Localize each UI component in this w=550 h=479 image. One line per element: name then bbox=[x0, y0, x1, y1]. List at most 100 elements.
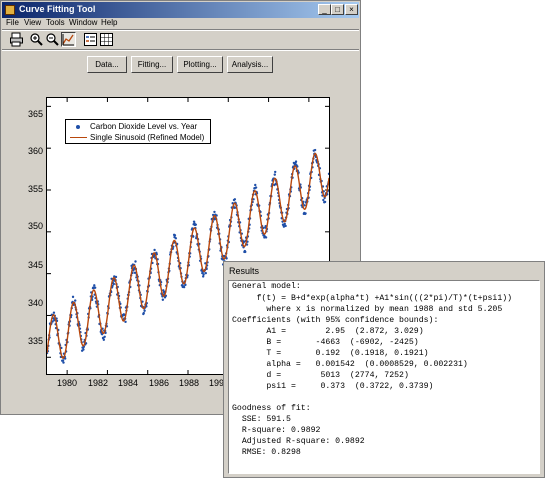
data-point bbox=[143, 309, 146, 312]
legend-label: Carbon Dioxide Level vs. Year bbox=[90, 122, 198, 131]
data-point bbox=[322, 198, 325, 202]
data-point bbox=[82, 348, 85, 351]
data-button[interactable]: Data... bbox=[87, 56, 127, 73]
data-point bbox=[62, 361, 65, 364]
data-point bbox=[194, 223, 198, 226]
data-point bbox=[182, 285, 186, 289]
toolbar bbox=[3, 31, 358, 49]
zoom-out-icon[interactable] bbox=[45, 32, 60, 47]
data-point bbox=[204, 271, 207, 275]
data-point bbox=[264, 236, 268, 239]
analysis-button[interactable]: Analysis... bbox=[227, 56, 273, 73]
data-point bbox=[213, 210, 216, 214]
result-line: Goodness of fit: bbox=[232, 404, 311, 413]
legend-marker-points bbox=[76, 125, 80, 129]
y-tick-label: 360 bbox=[27, 146, 43, 156]
data-point bbox=[244, 250, 247, 254]
result-line: R-square: 0.9892 bbox=[232, 426, 321, 435]
result-line: RMSE: 0.8298 bbox=[232, 448, 301, 457]
menu-view[interactable]: View bbox=[24, 18, 41, 27]
title-bar[interactable]: Curve Fitting Tool _ □ × bbox=[2, 2, 359, 18]
data-point bbox=[102, 338, 106, 341]
legend-entry-data: Carbon Dioxide Level vs. Year bbox=[66, 121, 210, 132]
maximize-button[interactable]: □ bbox=[331, 4, 344, 15]
print-icon[interactable] bbox=[9, 32, 24, 47]
data-point bbox=[323, 200, 327, 204]
y-tick-label: 340 bbox=[27, 298, 43, 308]
result-line: Adjusted R-square: 0.9892 bbox=[232, 437, 365, 446]
plotting-button[interactable]: Plotting... bbox=[177, 56, 223, 73]
results-title: Results bbox=[229, 266, 260, 276]
data-point bbox=[303, 204, 306, 207]
result-line: B = -4663 (-6902, -2425) bbox=[232, 338, 419, 347]
close-button[interactable]: × bbox=[345, 4, 358, 15]
data-point bbox=[274, 170, 277, 174]
data-cursor-icon[interactable] bbox=[61, 32, 76, 47]
menu-file[interactable]: File bbox=[6, 18, 19, 27]
data-point bbox=[134, 260, 137, 263]
x-tick-label: 1982 bbox=[87, 378, 109, 388]
grid-icon[interactable] bbox=[99, 32, 114, 47]
result-line: psi1 = 0.373 (0.3722, 0.3739) bbox=[232, 382, 434, 391]
minimize-button[interactable]: _ bbox=[318, 4, 331, 15]
data-point bbox=[313, 148, 317, 152]
result-line: SSE: 591.5 bbox=[232, 415, 291, 424]
y-tick-label: 355 bbox=[27, 184, 43, 194]
data-point bbox=[201, 275, 205, 278]
data-point bbox=[112, 282, 116, 286]
legend-icon[interactable] bbox=[83, 32, 98, 47]
data-point bbox=[304, 212, 307, 215]
window-title: Curve Fitting Tool bbox=[19, 4, 96, 14]
results-text-box[interactable]: General model: f(t) = B+d*exp(alpha*t) +… bbox=[228, 280, 540, 474]
data-point bbox=[74, 299, 77, 302]
y-tick-label: 335 bbox=[27, 336, 43, 346]
x-tick-label: 1988 bbox=[178, 378, 200, 388]
data-point bbox=[71, 295, 75, 299]
result-line: Coefficients (with 95% confidence bounds… bbox=[232, 316, 439, 325]
x-tick-label: 1984 bbox=[117, 378, 139, 388]
menu-help[interactable]: Help bbox=[101, 18, 117, 27]
toolbar-separator bbox=[2, 49, 359, 51]
legend-entry-fit: Single Sinusoid (Refined Model) bbox=[66, 132, 210, 143]
data-point bbox=[61, 359, 65, 362]
legend[interactable]: Carbon Dioxide Level vs. Year Single Sin… bbox=[65, 119, 211, 144]
data-point bbox=[93, 286, 97, 289]
y-tick-label: 345 bbox=[27, 260, 43, 270]
data-point bbox=[173, 234, 177, 237]
data-point bbox=[327, 172, 329, 176]
data-point bbox=[233, 198, 237, 201]
menu-tools[interactable]: Tools bbox=[46, 18, 65, 27]
app-icon bbox=[5, 5, 15, 15]
legend-label: Single Sinusoid (Refined Model) bbox=[90, 133, 205, 142]
data-point bbox=[254, 186, 258, 189]
result-line: T = 0.192 (0.1918, 0.1921) bbox=[232, 349, 429, 358]
result-line: d = 5013 (2774, 7252) bbox=[232, 371, 409, 380]
data-point bbox=[124, 320, 127, 324]
result-line: f(t) = B+d*exp(alpha*t) +A1*sin(((2*pi)/… bbox=[232, 294, 513, 303]
data-point bbox=[284, 224, 287, 228]
result-line: alpha = 0.001542 (0.0008529, 0.002231) bbox=[232, 360, 468, 369]
data-point bbox=[153, 248, 156, 252]
data-point bbox=[103, 335, 106, 338]
results-panel: Results General model: f(t) = B+d*exp(al… bbox=[223, 261, 545, 478]
menu-window[interactable]: Window bbox=[69, 18, 97, 27]
result-line: where x is normalized by mean 1988 and s… bbox=[232, 305, 503, 314]
result-line: General model: bbox=[232, 282, 301, 291]
data-point bbox=[273, 173, 276, 176]
y-tick-label: 350 bbox=[27, 221, 43, 231]
zoom-in-icon[interactable] bbox=[29, 32, 44, 47]
data-point bbox=[52, 311, 56, 314]
data-point bbox=[161, 298, 165, 301]
data-point bbox=[202, 273, 205, 276]
data-point bbox=[142, 311, 145, 315]
result-line: A1 = 2.95 (2.872, 3.029) bbox=[232, 327, 424, 336]
data-point bbox=[93, 284, 96, 287]
fitting-button[interactable]: Fitting... bbox=[131, 56, 173, 73]
data-point bbox=[174, 237, 178, 240]
data-point bbox=[294, 160, 298, 163]
legend-marker-line bbox=[70, 137, 87, 138]
x-tick-label: 1986 bbox=[148, 378, 170, 388]
y-tick-label: 365 bbox=[27, 109, 43, 119]
data-point bbox=[254, 183, 257, 187]
x-tick-label: 1980 bbox=[56, 378, 78, 388]
